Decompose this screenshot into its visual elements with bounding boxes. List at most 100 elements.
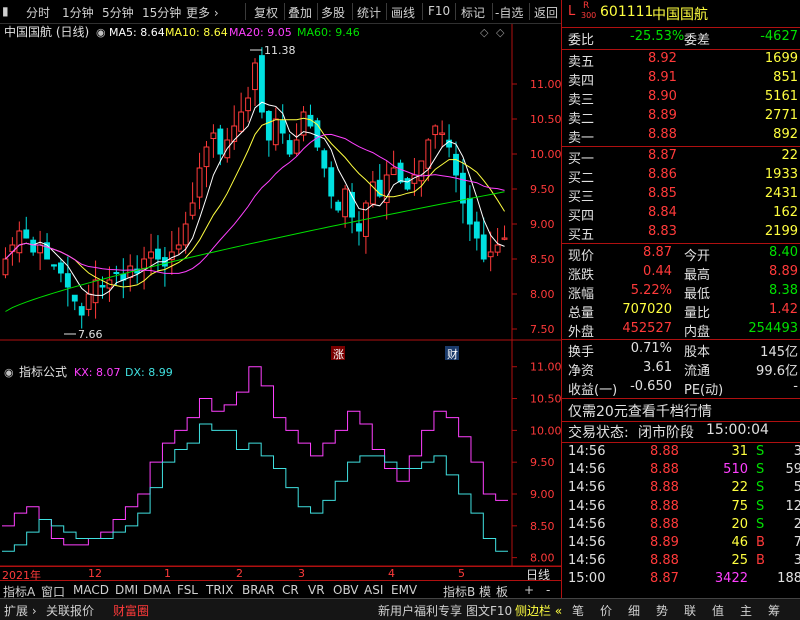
fuquan-button[interactable]: 复权 bbox=[254, 4, 278, 21]
wealth-circle-tab[interactable]: 财富圈 bbox=[113, 602, 149, 619]
stat-value: 8.40 bbox=[769, 245, 798, 260]
candle bbox=[238, 111, 245, 132]
tick-count: 188 bbox=[777, 571, 800, 587]
divider bbox=[562, 339, 800, 340]
candle bbox=[328, 167, 335, 197]
menu-icon[interactable]: ▮ bbox=[2, 4, 9, 18]
price-tick-label: 9.00 bbox=[530, 218, 555, 231]
tab-1min[interactable]: 1分钟 bbox=[62, 4, 94, 21]
tab-vr[interactable]: VR bbox=[308, 583, 325, 597]
more-menu[interactable]: 更多 › bbox=[186, 4, 219, 21]
indicator-tick-label: 8.50 bbox=[530, 520, 555, 533]
separator bbox=[352, 3, 353, 20]
candle bbox=[231, 125, 238, 142]
tab-obv[interactable]: OBV bbox=[333, 583, 359, 597]
ask-volume: 5161 bbox=[764, 89, 798, 104]
multi-stock-button[interactable]: 多股 bbox=[321, 4, 345, 21]
candle bbox=[245, 97, 251, 112]
side-tab-bi[interactable]: 笔 bbox=[572, 602, 584, 619]
ma-toggle-icon[interactable]: ◉ bbox=[96, 26, 106, 39]
price-tick-label: 7.50 bbox=[530, 323, 555, 336]
stat-row: 净资 3.61 流通 99.6亿 bbox=[566, 360, 798, 379]
draw-button[interactable]: 画线 bbox=[391, 4, 415, 21]
ask-price: 8.88 bbox=[648, 127, 677, 142]
tab-macd[interactable]: MACD bbox=[73, 583, 109, 597]
overlay-button[interactable]: 叠加 bbox=[288, 4, 312, 21]
tab-5min[interactable]: 5分钟 bbox=[102, 4, 134, 21]
bid-price: 8.87 bbox=[648, 148, 677, 163]
bid-volume: 2199 bbox=[764, 224, 798, 239]
bid-label: 买五 bbox=[568, 228, 595, 243]
candle bbox=[57, 262, 64, 274]
new-user-promo[interactable]: 新用户福利专享 bbox=[378, 602, 462, 619]
expand-button[interactable]: 扩展 › bbox=[4, 602, 37, 619]
candle bbox=[189, 202, 196, 216]
side-tab-zhu[interactable]: 主 bbox=[740, 602, 752, 619]
tick-row: 14:56 8.88 20 S 2 bbox=[566, 517, 800, 536]
tick-row: 15:00 8.87 3422 188 bbox=[566, 571, 800, 590]
tab-brar[interactable]: BRAR bbox=[242, 583, 275, 597]
candle bbox=[51, 264, 57, 267]
tick-direction: S bbox=[756, 444, 765, 459]
candle bbox=[2, 258, 9, 276]
side-tab-chou[interactable]: 筹 bbox=[768, 602, 780, 619]
sidebar-toggle[interactable]: 侧边栏 « bbox=[515, 602, 562, 619]
tick-volume: 510 bbox=[723, 462, 748, 478]
candle bbox=[71, 294, 78, 302]
price-tick-label: 10.50 bbox=[530, 113, 561, 126]
tab-dma[interactable]: DMA bbox=[143, 583, 171, 597]
tab-trix[interactable]: TRIX bbox=[206, 583, 233, 597]
tab-asi[interactable]: ASI bbox=[364, 583, 383, 597]
side-tab-shi[interactable]: 势 bbox=[656, 602, 668, 619]
candle bbox=[494, 244, 501, 253]
weibi-row: 委比 -25.53% 委差 -4627 bbox=[566, 29, 798, 48]
promo-text[interactable]: 仅需20元查看千档行情 bbox=[568, 401, 712, 421]
candle bbox=[148, 251, 154, 259]
tab-cr[interactable]: CR bbox=[282, 583, 299, 597]
date-axis-month: 4 bbox=[388, 567, 395, 580]
kline-chart-svg[interactable]: 11.00 10.50 10.00 9.50 9.00 8.50 8.00 7.50 11.0… bbox=[0, 24, 562, 567]
stat-value: 8.38 bbox=[769, 283, 798, 298]
promo-row[interactable]: 仅需20元查看千档行情 bbox=[566, 401, 798, 421]
stat-row: 总量 707020 量比 1.42 bbox=[566, 302, 798, 321]
f10-button[interactable]: F10 bbox=[428, 4, 450, 18]
tick-direction: B bbox=[756, 535, 765, 550]
divider bbox=[562, 442, 800, 443]
stats-button[interactable]: 统计 bbox=[357, 4, 381, 21]
kline-chart-area[interactable]: 11.00 10.50 10.00 9.50 9.00 8.50 8.00 7.50 11.0… bbox=[0, 24, 562, 567]
tab-emv[interactable]: EMV bbox=[391, 583, 417, 597]
mark-button[interactable]: 标记 bbox=[461, 4, 485, 21]
side-tab-lian[interactable]: 联 bbox=[684, 602, 696, 619]
bottom-bar: 扩展 › 关联报价 财富圈 新用户福利专享 图文F10 侧边栏 « 笔 价 细 … bbox=[0, 598, 800, 620]
back-button[interactable]: 返回 bbox=[534, 4, 558, 21]
candle bbox=[342, 188, 349, 218]
indicator-toggle-icon[interactable]: ◉ bbox=[4, 366, 14, 379]
tick-direction: B bbox=[756, 553, 765, 569]
price-tick-label: 10.00 bbox=[530, 148, 561, 161]
ask-price: 8.92 bbox=[648, 51, 677, 66]
zoom-in-button[interactable]: + bbox=[524, 583, 534, 597]
candle bbox=[439, 132, 446, 135]
candle bbox=[272, 118, 279, 146]
side-tab-xi[interactable]: 细 bbox=[628, 602, 640, 619]
trade-status-time: 15:00:04 bbox=[706, 422, 769, 438]
watchlist-button[interactable]: -自选 bbox=[495, 4, 523, 21]
side-tab-jia[interactable]: 价 bbox=[600, 602, 612, 619]
side-tab-zhi[interactable]: 值 bbox=[712, 602, 724, 619]
tab-dmi[interactable]: DMI bbox=[115, 583, 138, 597]
tab-fenshi[interactable]: 分时 bbox=[26, 4, 50, 21]
diamond-icon[interactable]: ◇ bbox=[480, 26, 489, 39]
price-axis-labels: 11.00 10.50 10.00 9.50 9.00 8.50 8.00 7.50 bbox=[530, 78, 562, 336]
related-quotes-tab[interactable]: 关联报价 bbox=[46, 602, 94, 619]
collapse-icon[interactable]: ◇ bbox=[496, 26, 505, 39]
indicator-title: 指标公式 bbox=[19, 364, 67, 379]
event-marker-fin-label: 财 bbox=[447, 347, 458, 361]
weicha-value: -4627 bbox=[760, 29, 798, 44]
bid-volume: 22 bbox=[781, 148, 798, 163]
tab-fsl[interactable]: FSL bbox=[177, 583, 198, 597]
f10-graphic-tab[interactable]: 图文F10 bbox=[466, 602, 512, 619]
candle bbox=[432, 125, 439, 136]
bid-row: 买五 8.83 2199 bbox=[566, 224, 798, 243]
zoom-out-button[interactable]: - bbox=[546, 583, 550, 597]
tab-15min[interactable]: 15分钟 bbox=[142, 4, 181, 21]
